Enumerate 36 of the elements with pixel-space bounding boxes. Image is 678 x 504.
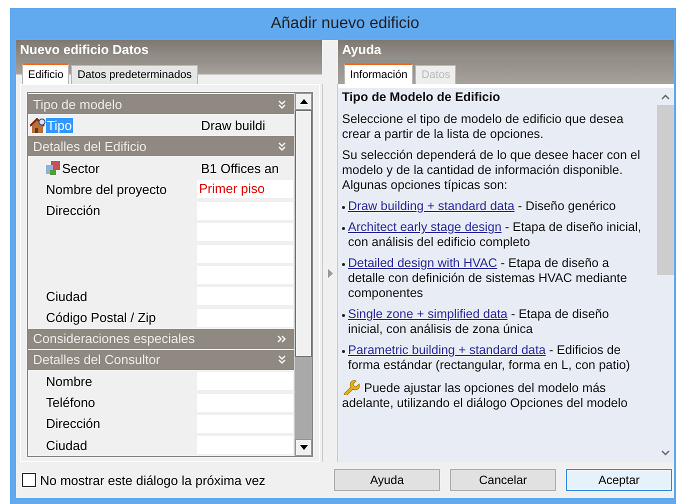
option-description: Architect early stage design - Etapa de diseño inicial, con análisis del edificio completo — [348, 220, 642, 250]
option-description: Single zone + simplified data - Etapa de diseño inicial, con análisis de zona única — [348, 307, 610, 337]
dialog-button[interactable]: Ayuda — [334, 469, 440, 491]
window-title: Añadir nuevo edificio — [270, 15, 420, 33]
tab[interactable]: Información — [344, 63, 414, 84]
option-description: Detailed design with HVAC - Etapa de diseño a detalle con definición de sistemas HVAC mediante componentes — [348, 256, 628, 301]
property-label[interactable]: Dirección — [45, 203, 102, 218]
property-label[interactable]: Sector — [61, 160, 101, 176]
tab[interactable]: Edificio — [22, 63, 70, 84]
help-heading: Tipo de Modelo de Edificio — [342, 90, 502, 105]
option-link[interactable]: Detailed design with HVAC — [348, 256, 498, 270]
option-description: Draw building + standard data - Diseño genérico — [348, 199, 617, 214]
property-label[interactable]: Nombre del proyecto — [45, 182, 168, 197]
input-field[interactable]: Primer piso — [197, 180, 293, 198]
tip-text: Puede ajustar las opciones del modelo más adelante, utilizando el diálogo Opciones del modelo — [342, 381, 629, 411]
property-value[interactable]: B1 Offices an — [197, 160, 294, 176]
property-label[interactable]: Teléfono — [45, 395, 96, 410]
option-link[interactable]: Draw building + standard data — [348, 199, 514, 213]
dialog-button[interactable]: Cancelar — [450, 469, 556, 491]
tab[interactable]: Datos predeterminados — [71, 65, 198, 84]
dialog-button[interactable]: Aceptar — [566, 469, 672, 491]
help-paragraph: Seleccione el tipo de modelo de edificio que desea crear a partir de la lista de opciones. — [342, 112, 624, 142]
property-label[interactable]: Dirección — [45, 416, 102, 432]
property-value[interactable]: Draw buildi — [197, 118, 294, 134]
option-link[interactable]: Single zone + simplified data — [348, 307, 508, 321]
checkbox-label: No mostrar este diálogo la próxima vez — [40, 472, 266, 488]
property-label[interactable]: Ciudad — [45, 288, 88, 304]
panel-header: Nuevo edificio Datos — [16, 40, 322, 60]
panel-header: Ayuda — [338, 40, 674, 60]
property-label[interactable]: Código Postal / Zip — [45, 310, 157, 326]
property-label[interactable]: Nombre — [45, 374, 94, 389]
property-label[interactable]: Ciudad — [45, 438, 88, 453]
option-link[interactable]: Architect early stage design — [348, 220, 502, 234]
help-paragraph: Su selección dependerá de lo que desee hacer con el modelo y de la cantidad de información disponible. Algunas opciones típicas son: — [342, 148, 642, 193]
option-link[interactable]: Parametric building + standard data — [348, 343, 546, 357]
option-description: Parametric building + standard data - Edificios de forma estándar (rectangular, forma en L, con patio) — [348, 343, 632, 373]
